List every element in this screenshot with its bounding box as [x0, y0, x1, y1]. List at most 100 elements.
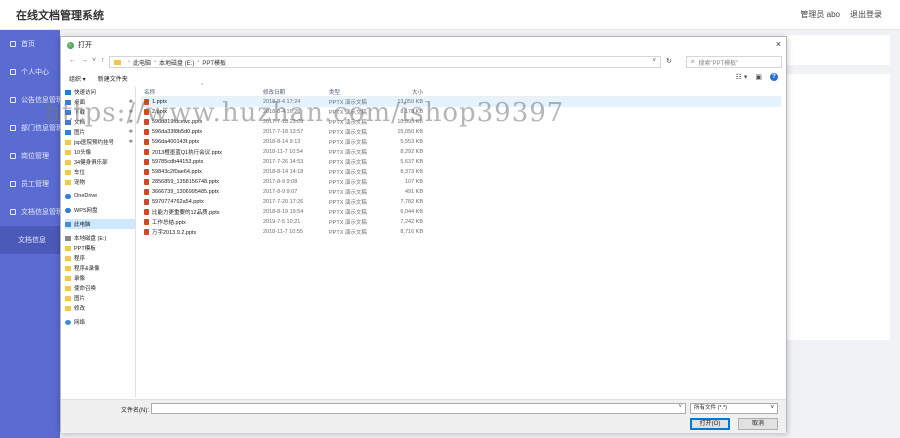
nav-item[interactable]: 录像 — [65, 273, 135, 283]
sidebar-item-positions[interactable]: 岗位管理 — [0, 142, 60, 170]
organize-button[interactable]: 组织 ▾ — [69, 74, 86, 83]
view-options-icon[interactable]: ☷ ▾ — [736, 73, 748, 81]
file-size: 6,044 KB — [400, 209, 423, 215]
file-name-cell: 2856859_1358156748.pptx — [141, 179, 263, 185]
cloud-icon — [65, 193, 71, 199]
back-arrow-icon[interactable]: ← — [69, 57, 76, 64]
nav-item-label: 宠物 — [74, 180, 86, 186]
preview-pane-icon[interactable]: ▣ — [755, 73, 762, 81]
file-row[interactable]: 5970774762a54.pptx 2017-7-20 17:26 PPTX 演示… — [141, 197, 781, 207]
breadcrumb-local-disk[interactable]: 本地磁盘 (E:) — [159, 58, 194, 67]
chevron-down-icon[interactable]: ˅ — [678, 404, 682, 410]
nav-item[interactable]: 宠物 — [65, 177, 135, 187]
pin-icon[interactable]: ✱ — [129, 129, 133, 135]
filetype-select[interactable]: 所有文件 (*.*) ˅ — [690, 403, 778, 414]
pin-icon[interactable]: ✱ — [129, 139, 133, 145]
nav-item[interactable]: 网络 — [65, 317, 135, 327]
nav-item[interactable]: 使命召唤 — [65, 283, 135, 293]
open-button[interactable]: 打开(O) — [690, 418, 730, 430]
filename-input[interactable]: ˅ — [151, 403, 686, 414]
file-name-cell: 2013橙墨蓝Q1执行会议.pptx — [141, 148, 263, 156]
nav-item-label: 图片 — [74, 296, 86, 302]
breadcrumb-this-pc[interactable]: 此电脑 — [133, 58, 151, 67]
breadcrumb-ppt-folder[interactable]: PPT模板 — [202, 58, 226, 67]
nav-item-label: 网络 — [74, 320, 86, 326]
nav-item[interactable]: 程序&录像 — [65, 263, 135, 273]
document-icon — [10, 209, 16, 215]
file-row[interactable]: 596da33f8b5d0.pptx 2017-7-18 13:57 PPTX 演示… — [141, 127, 781, 137]
file-date: 2018-8-19 19:54 — [263, 209, 304, 215]
search-placeholder: 搜索"PPT模板" — [698, 60, 739, 67]
file-name: 5970774762a54.pptx — [152, 199, 204, 205]
chevron-down-icon[interactable]: ˅ — [652, 58, 656, 64]
search-box[interactable]: ⌕ 搜索"PPT模板" — [686, 56, 782, 68]
sidebar-item-employees[interactable]: 员工管理 — [0, 170, 60, 198]
nav-item[interactable]: OneDrive — [65, 191, 135, 201]
sidebar-item-documents[interactable]: 文档信息管理 — [0, 198, 60, 226]
nav-item[interactable]: 此电脑 — [65, 219, 135, 229]
file-row[interactable]: 2856859_1358156748.pptx 2017-8-9 9:08 PPTX… — [141, 177, 781, 187]
nav-item[interactable]: 本地磁盘 (E:) — [65, 233, 135, 243]
sort-caret-icon: ^ — [201, 83, 204, 89]
employee-icon — [10, 181, 16, 187]
cloud-icon — [65, 207, 71, 213]
sidebar-subitem-document-info[interactable]: 文档信息 — [0, 226, 60, 254]
nav-item-label: WPS网盘 — [74, 208, 98, 214]
current-user[interactable]: 管理员 abo — [800, 9, 840, 20]
file-row[interactable]: 工作总结.pptx 2019-7-5 10:21 PPTX 演示文稿 7,242 KB — [141, 217, 781, 227]
nav-item[interactable]: PPT模板 — [65, 243, 135, 253]
file-row[interactable]: 比能力更重要的12品质.pptx 2018-8-19 19:54 PPTX 演示文稿… — [141, 207, 781, 217]
refresh-icon[interactable]: ↻ — [666, 57, 672, 65]
column-date[interactable]: 修改日期 — [263, 88, 329, 96]
up-arrow-icon[interactable]: ↑ — [101, 57, 105, 64]
file-date: 2018-11-7 10:55 — [263, 229, 303, 235]
file-name-cell: 59843c2f0ae64.pptx — [141, 169, 263, 175]
forward-arrow-icon[interactable]: → — [81, 57, 88, 64]
folder-icon — [114, 59, 121, 65]
column-type[interactable]: 类型 — [329, 88, 385, 96]
address-bar[interactable]: › 此电脑 › 本地磁盘 (E:) › PPT模板 ˅ — [109, 56, 661, 68]
header-right: 管理员 abo 退出登录 — [800, 9, 882, 20]
nav-item[interactable]: 图片 — [65, 293, 135, 303]
nav-item[interactable]: 图片 ✱ — [65, 127, 135, 137]
folder-icon — [65, 169, 71, 175]
nav-item[interactable]: 车位 — [65, 167, 135, 177]
sidebar-item-home[interactable]: 首页 — [0, 30, 60, 58]
sidebar-item-profile[interactable]: 个人中心 — [0, 58, 60, 86]
nav-item[interactable]: 快速访问 — [65, 87, 135, 97]
position-icon — [10, 153, 16, 159]
file-name: 596da400143f.pptx — [152, 139, 200, 145]
column-size[interactable]: 大小 — [385, 88, 423, 96]
folder-icon — [65, 179, 71, 185]
file-size: 15,050 KB — [397, 129, 423, 135]
nav-item[interactable]: jsp医院预约挂号 ✱ — [65, 137, 135, 147]
file-date: 2019-7-5 10:21 — [263, 219, 301, 225]
file-row[interactable]: 59785cdb44153.pptx 2017-7-26 14:53 PPTX 演示… — [141, 157, 781, 167]
file-row[interactable]: 596da400143f.pptx 2018-8-14 9:13 PPTX 演示文稿… — [141, 137, 781, 147]
address-row: ← → ˅ ↑ › 此电脑 › 本地磁盘 (E:) › PPT模板 ˅ ↻ ⌕ … — [61, 54, 786, 70]
nav-item[interactable]: 修改 — [65, 303, 135, 313]
file-row[interactable]: 万字2013.9.2.pptx 2018-11-7 10:55 PPTX 演示文稿 8… — [141, 227, 781, 237]
nav-item[interactable]: 34健身俱乐部 — [65, 157, 135, 167]
pane-splitter[interactable] — [135, 87, 136, 397]
file-row[interactable]: 3666739_1306995485.pptx 2017-8-9 9:07 PPTX… — [141, 187, 781, 197]
navigation-pane: 快速访问 桌面 ✱ 下载 ✱ 文档 ✱ 图片 ✱ jsp医院预约挂号 ✱ 10头像 34健身俱乐部 车位宠… — [65, 87, 135, 397]
folder-icon — [65, 305, 71, 311]
new-folder-button[interactable]: 新建文件夹 — [98, 74, 128, 83]
recent-dropdown-icon[interactable]: ˅ — [92, 57, 96, 64]
sidebar-item-label: 文档信息管理 — [21, 209, 60, 216]
cancel-button[interactable]: 取消 — [738, 418, 778, 430]
nav-item-label: 图片 — [74, 130, 86, 136]
close-icon[interactable]: × — [776, 39, 781, 49]
file-row[interactable]: 59843c2f0ae64.pptx 2018-8-14 14:18 PPTX 演示… — [141, 167, 781, 177]
file-type: PPTX 演示文稿 — [329, 140, 367, 146]
nav-item-label: OneDrive — [74, 193, 98, 199]
file-name: 万字2013.9.2.pptx — [152, 230, 197, 236]
nav-item[interactable]: 10头像 — [65, 147, 135, 157]
logout-link[interactable]: 退出登录 — [850, 9, 882, 20]
nav-item[interactable]: 程序 — [65, 253, 135, 263]
file-row[interactable]: 2013橙墨蓝Q1执行会议.pptx 2018-11-7 10:54 PPTX 演示… — [141, 147, 781, 157]
help-icon[interactable]: ? — [770, 73, 778, 81]
file-date: 2018-11-7 10:54 — [263, 149, 303, 155]
nav-item[interactable]: WPS网盘 — [65, 205, 135, 215]
